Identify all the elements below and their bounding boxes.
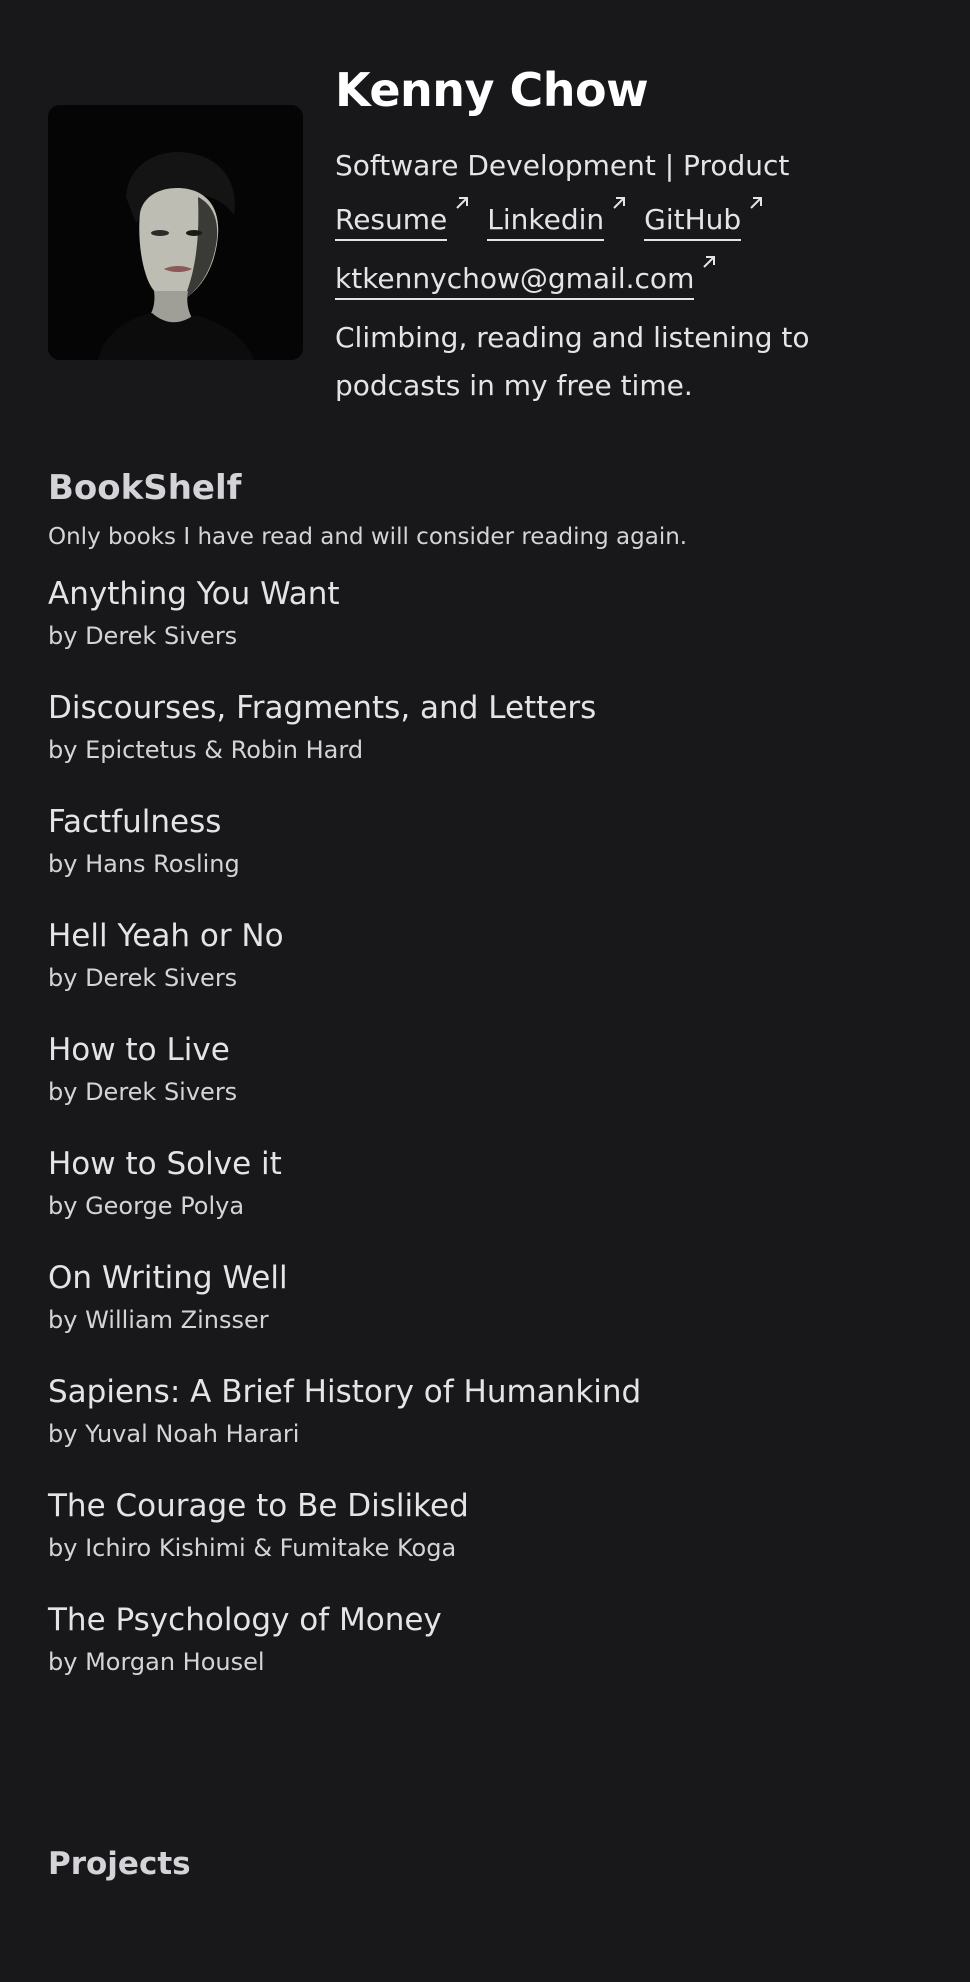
resume-link[interactable]: Resume (335, 197, 469, 241)
arrow-up-right-icon (703, 256, 716, 268)
book-title: Factfulness (48, 804, 222, 840)
book-item: Sapiens: A Brief History of Humankind by… (48, 1372, 922, 1486)
book-item: How to Solve it by George Polya (48, 1144, 922, 1258)
email-row: ktkennychow@gmail.com (335, 256, 922, 300)
email-link[interactable]: ktkennychow@gmail.com (335, 256, 716, 300)
book-title: Sapiens: A Brief History of Humankind (48, 1374, 642, 1410)
book-item: On Writing Well by William Zinsser (48, 1258, 922, 1372)
book-author: by Yuval Noah Harari (48, 1420, 300, 1448)
profile-links: Resume Linkedin GitHub ktkennychow@gmail… (335, 197, 922, 300)
book-author: by Epictetus & Robin Hard (48, 736, 364, 764)
book-author: by Ichiro Kishimi & Fumitake Koga (48, 1534, 457, 1562)
bookshelf-title: BookShelf (48, 468, 242, 508)
book-author: by George Polya (48, 1192, 245, 1220)
profile-section: Kenny Chow Software Development | Produc… (48, 0, 922, 410)
book-author: by Derek Sivers (48, 964, 238, 992)
bookshelf-subtitle: Only books I have read and will consider… (48, 524, 688, 550)
avatar-photo (48, 105, 303, 360)
book-title: Anything You Want (48, 576, 340, 612)
book-author: by Derek Sivers (48, 622, 238, 650)
profile-info: Kenny Chow Software Development | Produc… (335, 62, 922, 410)
book-title: How to Live (48, 1032, 230, 1068)
linkedin-link[interactable]: Linkedin (487, 197, 626, 241)
linkedin-link-label: Linkedin (487, 203, 605, 236)
book-title: How to Solve it (48, 1146, 282, 1182)
book-title: Hell Yeah or No (48, 918, 284, 954)
page: Kenny Chow Software Development | Produc… (0, 0, 970, 1982)
book-item: The Courage to Be Disliked by Ichiro Kis… (48, 1486, 922, 1600)
github-link-label: GitHub (644, 203, 742, 236)
arrow-up-right-icon (456, 197, 469, 209)
book-title: The Courage to Be Disliked (48, 1488, 469, 1524)
profile-role: Software Development | Product (335, 149, 790, 182)
book-title: The Psychology of Money (48, 1602, 442, 1638)
book-item: Hell Yeah or No by Derek Sivers (48, 916, 922, 1030)
book-author: by Derek Sivers (48, 1078, 238, 1106)
book-item: How to Live by Derek Sivers (48, 1030, 922, 1144)
projects-title: Projects (48, 1846, 191, 1882)
avatar (48, 105, 303, 360)
arrow-up-right-icon (613, 197, 626, 209)
bookshelf-section: BookShelf Only books I have read and wil… (48, 466, 922, 1714)
book-author: by Hans Rosling (48, 850, 240, 878)
github-link[interactable]: GitHub (644, 197, 763, 241)
book-title: On Writing Well (48, 1260, 288, 1296)
email-link-label: ktkennychow@gmail.com (335, 262, 695, 295)
profile-name: Kenny Chow (335, 63, 649, 117)
book-list: Anything You Want by Derek Sivers Discou… (48, 574, 922, 1714)
book-item: Anything You Want by Derek Sivers (48, 574, 922, 688)
book-author: by William Zinsser (48, 1306, 269, 1334)
book-item: The Psychology of Money by Morgan Housel (48, 1600, 922, 1714)
resume-link-label: Resume (335, 203, 448, 236)
book-author: by Morgan Housel (48, 1648, 265, 1676)
book-item: Factfulness by Hans Rosling (48, 802, 922, 916)
book-title: Discourses, Fragments, and Letters (48, 690, 597, 726)
book-item: Discourses, Fragments, and Letters by Ep… (48, 688, 922, 802)
arrow-up-right-icon (750, 197, 763, 209)
profile-bio: Climbing, reading and listening to podca… (335, 321, 810, 402)
